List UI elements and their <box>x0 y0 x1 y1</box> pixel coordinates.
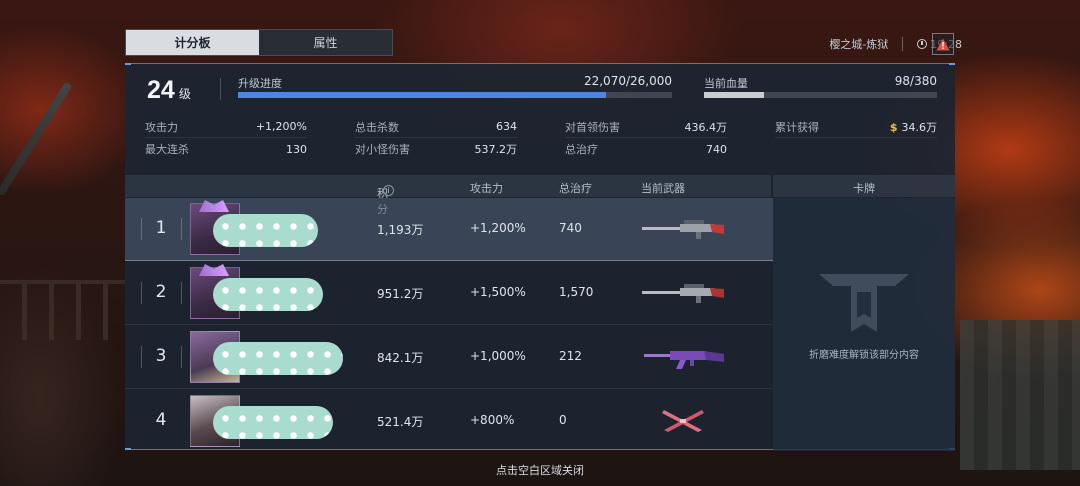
header-attack: 攻击力 <box>470 182 503 195</box>
stat-label: 攻击力 <box>145 120 178 134</box>
close-hint[interactable]: 点击空白区域关闭 <box>0 462 1080 478</box>
row-score: 951.2万 <box>377 287 424 301</box>
stat-attack: 攻击力 +1,200% <box>145 116 307 138</box>
tab-scoreboard[interactable]: 计分板 <box>126 30 259 55</box>
player-name-redacted <box>213 406 333 439</box>
rank-divider <box>141 346 142 368</box>
rank-divider <box>181 282 182 304</box>
hp-label: 当前血量 <box>704 77 748 90</box>
row-score: 1,193万 <box>377 223 424 237</box>
player-name-redacted <box>213 214 318 247</box>
rank-divider <box>181 346 182 368</box>
info-icon[interactable]: i <box>383 185 394 196</box>
stat-label: 累计获得 <box>775 120 819 134</box>
stat-label: 总治疗 <box>565 143 598 156</box>
card-locked-text: 折磨难度解锁该部分内容 <box>809 350 919 361</box>
row-attack: +1,000% <box>470 349 526 363</box>
header-weapon: 当前武器 <box>641 182 685 195</box>
table-row[interactable]: 4 521.4万 +800% 0 <box>125 390 773 453</box>
header-divider <box>902 37 904 51</box>
locked-emblem-icon <box>819 274 909 332</box>
map-name: 樱之城-炼狱 <box>829 38 889 51</box>
rank-number: 1 <box>155 218 167 238</box>
stat-value: 130 <box>286 142 307 156</box>
coin-icon: $ <box>889 120 898 134</box>
panel-corner-tr <box>949 63 955 65</box>
warning-icon <box>936 38 950 50</box>
rank-number: 3 <box>155 346 167 366</box>
dual-blades-icon <box>662 410 704 432</box>
level-divider <box>220 78 221 100</box>
background-sword <box>0 81 73 197</box>
header-heal: 总治疗 <box>559 182 592 195</box>
player-name-redacted <box>213 342 343 375</box>
panel-corner-tl <box>125 63 131 65</box>
row-heal: 0 <box>559 413 567 427</box>
hp-value: 98/380 <box>894 74 937 88</box>
rank-divider <box>141 282 142 304</box>
stat-total-kills: 总击杀数 634 <box>355 116 517 138</box>
rank-divider <box>181 218 182 240</box>
stat-label: 对小怪伤害 <box>355 143 410 156</box>
scoreboard-panel: 24 级 升级进度 22,070/26,000 当前血量 98/380 攻击力 +… <box>125 63 955 453</box>
stat-value-text: 34.6万 <box>901 120 938 134</box>
player-name-redacted <box>213 278 323 311</box>
stat-value: 634 <box>496 120 517 133</box>
player-level: 24 级 <box>147 76 191 105</box>
background-railing <box>0 280 125 340</box>
stat-label: 对首领伤害 <box>565 120 620 134</box>
upgrade-progress-fill <box>238 92 607 98</box>
stat-value: 537.2万 <box>474 143 518 156</box>
stat-total-heal: 总治疗 740 <box>565 138 727 160</box>
upgrade-label: 升级进度 <box>238 77 282 90</box>
row-attack: +1,200% <box>470 221 526 235</box>
table-header: 积分i 攻击力 总治疗 当前武器 <box>125 175 771 216</box>
stat-value: 436.4万 <box>684 120 728 134</box>
table-row[interactable]: 2 951.2万 +1,500% 1,570 <box>125 262 773 325</box>
avatar-frame <box>199 264 229 276</box>
rank-number: 2 <box>155 282 167 302</box>
background-crate <box>960 320 1080 470</box>
row-attack: +800% <box>470 413 515 427</box>
tab-attributes[interactable]: 属性 <box>259 30 392 55</box>
row-heal: 212 <box>559 349 582 363</box>
level-number: 24 <box>147 76 175 104</box>
sniper-rifle-icon <box>642 284 724 303</box>
stat-max-streak: 最大连杀 130 <box>145 138 307 160</box>
stat-value: 740 <box>706 142 727 156</box>
report-button[interactable] <box>932 33 954 55</box>
rank-divider <box>141 218 142 240</box>
sniper-rifle-icon <box>642 220 724 239</box>
row-heal: 1,570 <box>559 285 594 299</box>
header-card: 卡牌 <box>773 175 955 197</box>
table-row[interactable]: 1 1,193万 +1,200% 740 <box>125 198 773 261</box>
hp-fill <box>704 92 765 98</box>
stat-value: $34.6万 <box>890 119 937 135</box>
rank-number: 4 <box>155 410 167 430</box>
tab-bar: 计分板 属性 <box>125 29 393 56</box>
row-attack: +1,500% <box>470 285 526 299</box>
stat-value: +1,200% <box>255 120 307 133</box>
card-panel: 折磨难度解锁该部分内容 <box>773 198 955 451</box>
row-heal: 740 <box>559 221 582 235</box>
assault-rifle-icon <box>644 351 724 369</box>
table-row[interactable]: 3 842.1万 +1,000% 212 <box>125 326 773 389</box>
stat-boss-damage: 对首领伤害 436.4万 <box>565 116 727 138</box>
upgrade-value: 22,070/26,000 <box>583 74 672 88</box>
stats-grid: 攻击力 +1,200% 总击杀数 634 对首领伤害 436.4万 累计获得 $34.6… <box>145 116 937 160</box>
stat-total-earned: 累计获得 $34.6万 <box>775 116 937 138</box>
row-score: 842.1万 <box>377 351 424 365</box>
row-score: 521.4万 <box>377 415 424 429</box>
hp-bar <box>704 92 937 98</box>
upgrade-progress-bar <box>238 92 672 98</box>
avatar-frame <box>199 200 229 212</box>
stat-label: 最大连杀 <box>145 143 189 156</box>
stat-label: 总击杀数 <box>355 120 399 134</box>
stat-minion-damage: 对小怪伤害 537.2万 <box>355 138 517 160</box>
level-unit: 级 <box>178 87 191 101</box>
clock-icon <box>917 38 928 49</box>
